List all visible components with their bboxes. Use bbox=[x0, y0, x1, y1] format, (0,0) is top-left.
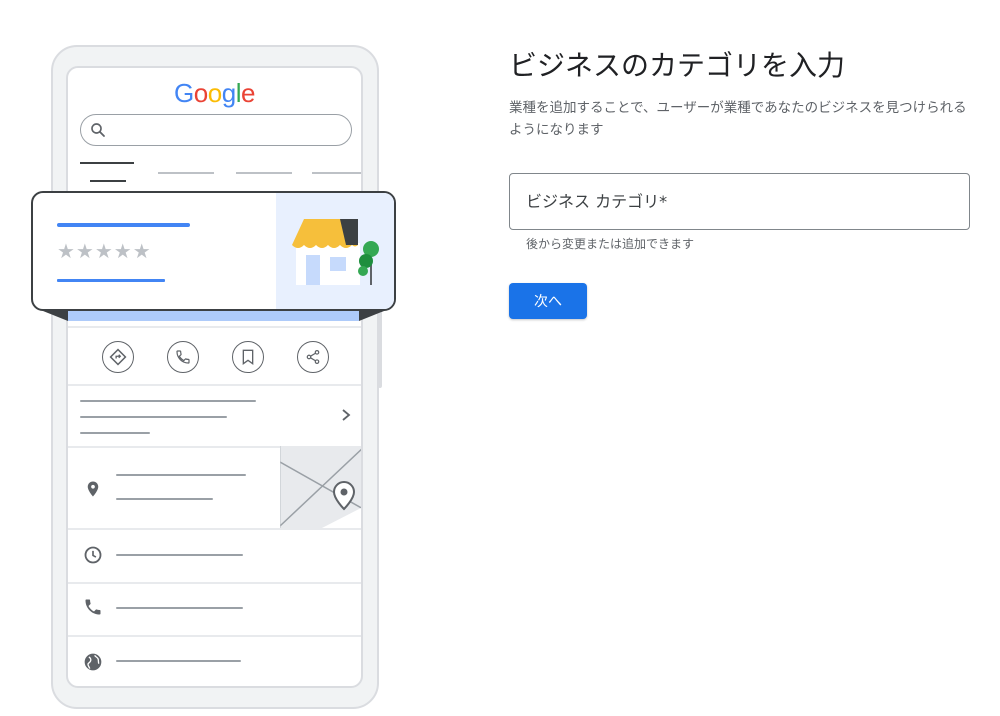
directions-icon bbox=[109, 348, 127, 366]
star-rating: ★★★★★ bbox=[57, 239, 152, 263]
website-row-icon bbox=[82, 651, 104, 673]
page-description: 業種を追加することで、ユーザーが業種であなたのビジネスを見つけられるようになりま… bbox=[509, 100, 967, 138]
helper-text: 後から変更または追加できます bbox=[526, 237, 695, 251]
phone-screen: Google bbox=[66, 66, 363, 688]
directions-button bbox=[102, 341, 134, 373]
divider bbox=[68, 582, 361, 584]
call-button bbox=[167, 341, 199, 373]
bookmark-icon bbox=[242, 349, 254, 365]
tab-active-line bbox=[80, 162, 134, 164]
divider bbox=[68, 528, 361, 530]
globe-icon bbox=[84, 653, 102, 671]
hours-row-icon bbox=[82, 544, 104, 566]
hours-line bbox=[116, 554, 243, 556]
google-logo: Google bbox=[174, 78, 255, 108]
location-row-icon bbox=[82, 478, 104, 500]
business-category-field[interactable] bbox=[509, 173, 970, 230]
tab-line bbox=[236, 172, 292, 174]
placeholder-line bbox=[80, 400, 256, 402]
location-pin-icon bbox=[87, 481, 99, 497]
share-button bbox=[297, 341, 329, 373]
storefront-icon bbox=[292, 219, 379, 285]
divider bbox=[68, 384, 361, 386]
storefront-image bbox=[276, 193, 394, 309]
divider bbox=[68, 326, 361, 328]
business-profile-card: ★★★★★ bbox=[31, 191, 396, 311]
tab-line bbox=[158, 172, 214, 174]
business-link-line bbox=[57, 279, 165, 282]
chevron-right-icon bbox=[342, 409, 351, 421]
phone-scrollbar bbox=[378, 310, 382, 388]
phone-icon bbox=[176, 350, 190, 364]
page-title: ビジネスのカテゴリを入力 bbox=[509, 49, 846, 82]
address-line bbox=[116, 474, 246, 476]
phone-row-icon bbox=[82, 596, 104, 618]
tab-active-line bbox=[90, 180, 126, 182]
business-name-line bbox=[57, 223, 190, 227]
share-icon bbox=[306, 350, 320, 364]
tab-line bbox=[312, 172, 361, 174]
next-button[interactable]: 次へ bbox=[509, 283, 587, 319]
map-thumbnail bbox=[280, 446, 361, 528]
address-line bbox=[116, 498, 213, 500]
business-category-input[interactable] bbox=[510, 174, 969, 229]
phone-icon bbox=[85, 599, 101, 615]
website-line bbox=[116, 660, 241, 662]
placeholder-line bbox=[80, 416, 227, 418]
clock-icon bbox=[84, 546, 102, 564]
search-icon bbox=[91, 123, 105, 137]
save-button bbox=[232, 341, 264, 373]
phone-line bbox=[116, 607, 243, 609]
map-pin-icon bbox=[332, 480, 356, 511]
placeholder-line bbox=[80, 432, 150, 434]
search-bar bbox=[80, 114, 352, 146]
divider bbox=[68, 635, 361, 637]
